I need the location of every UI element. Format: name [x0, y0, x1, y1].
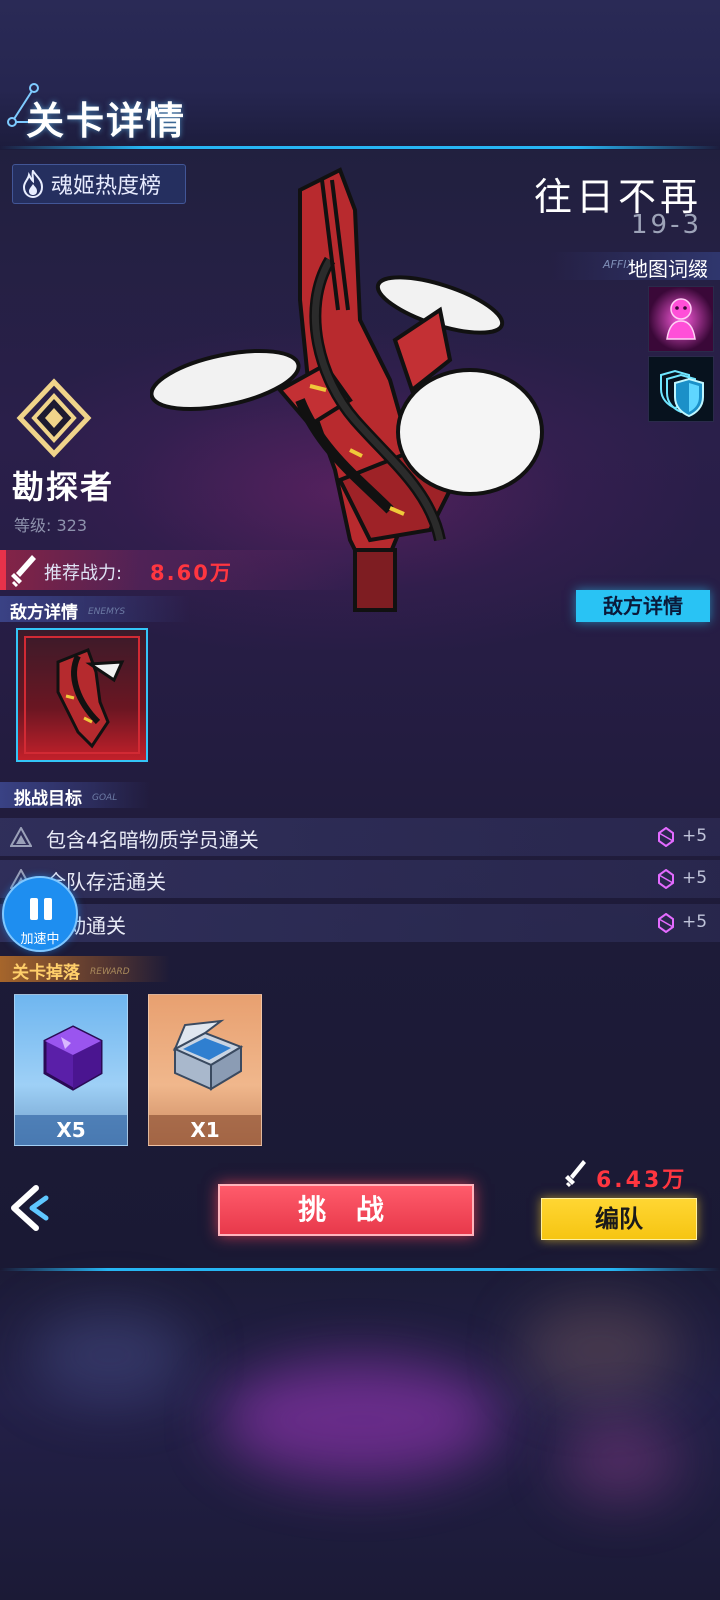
header-divider [0, 146, 720, 149]
goal-reward: +5 [682, 868, 708, 888]
team-button[interactable]: 编队 [541, 1198, 697, 1240]
gem-icon [658, 913, 674, 933]
reward-quantity: X5 [15, 1115, 127, 1145]
magenta-figure-icon[interactable] [648, 286, 714, 352]
purple-cube-icon [43, 1025, 103, 1091]
hot-rank-label: 魂姬热度榜 [51, 174, 162, 199]
goal-section-en: GOAL [92, 793, 118, 803]
enemy-portrait [56, 648, 125, 749]
back-arrow-icon[interactable] [6, 1182, 52, 1234]
drop-section-title: 关卡掉落 [12, 963, 80, 983]
enemy-detail-button[interactable]: 敌方详情 [576, 590, 710, 622]
goal-reward: +5 [682, 826, 708, 846]
reward-quantity: X1 [149, 1115, 261, 1145]
team-power-value: 6.43万 [596, 1168, 688, 1193]
goal-row: 自动通关 +5 [0, 904, 720, 942]
sword-icon [11, 555, 36, 587]
recommended-power-stripe [0, 550, 6, 590]
goal-reward: +5 [682, 912, 708, 932]
gem-icon [658, 869, 674, 889]
stage-number: 19-3 [630, 210, 702, 240]
gem-icon [658, 827, 674, 847]
footer-divider [0, 1268, 720, 1271]
challenge-button[interactable]: 挑 战 [218, 1184, 474, 1236]
accelerate-label: 加速中 [20, 932, 60, 947]
rank-emblem-icon [16, 378, 92, 458]
triangle-icon [10, 827, 32, 847]
enemy-card[interactable] [16, 628, 148, 762]
page-header: 关卡详情 [4, 82, 224, 146]
page-title: 关卡详情 [26, 99, 187, 143]
reward-item-purple-cube[interactable]: X5 [14, 994, 128, 1146]
bottom-blur-background [0, 1270, 720, 1600]
goal-text: 包含4名暗物质学员通关 [46, 828, 259, 852]
rank-name: 勘探者 [12, 468, 115, 506]
recommended-power-label: 推荐战力: [44, 563, 123, 584]
triple-shield-icon[interactable] [648, 356, 714, 422]
recommended-power-value: 8.60万 [150, 561, 233, 585]
flame-icon [22, 170, 44, 198]
goal-row: 全队存活通关 +5 [0, 860, 720, 898]
sword-icon [565, 1160, 586, 1188]
affix-title: 地图词缀 [628, 257, 708, 281]
enemy-section-title: 敌方详情 [10, 603, 78, 623]
silver-case-icon [172, 1019, 244, 1091]
pause-icon [30, 898, 54, 920]
accelerate-button[interactable]: 加速中 [2, 876, 78, 952]
goal-row: 包含4名暗物质学员通关 +5 [0, 818, 720, 856]
drop-section-en: REWARD [90, 967, 130, 977]
rank-level: 等级: 323 [14, 516, 88, 535]
goal-section-title: 挑战目标 [14, 789, 82, 809]
reward-item-silver-case[interactable]: X1 [148, 994, 262, 1146]
enemy-section-en: ENEMYS [88, 607, 126, 617]
